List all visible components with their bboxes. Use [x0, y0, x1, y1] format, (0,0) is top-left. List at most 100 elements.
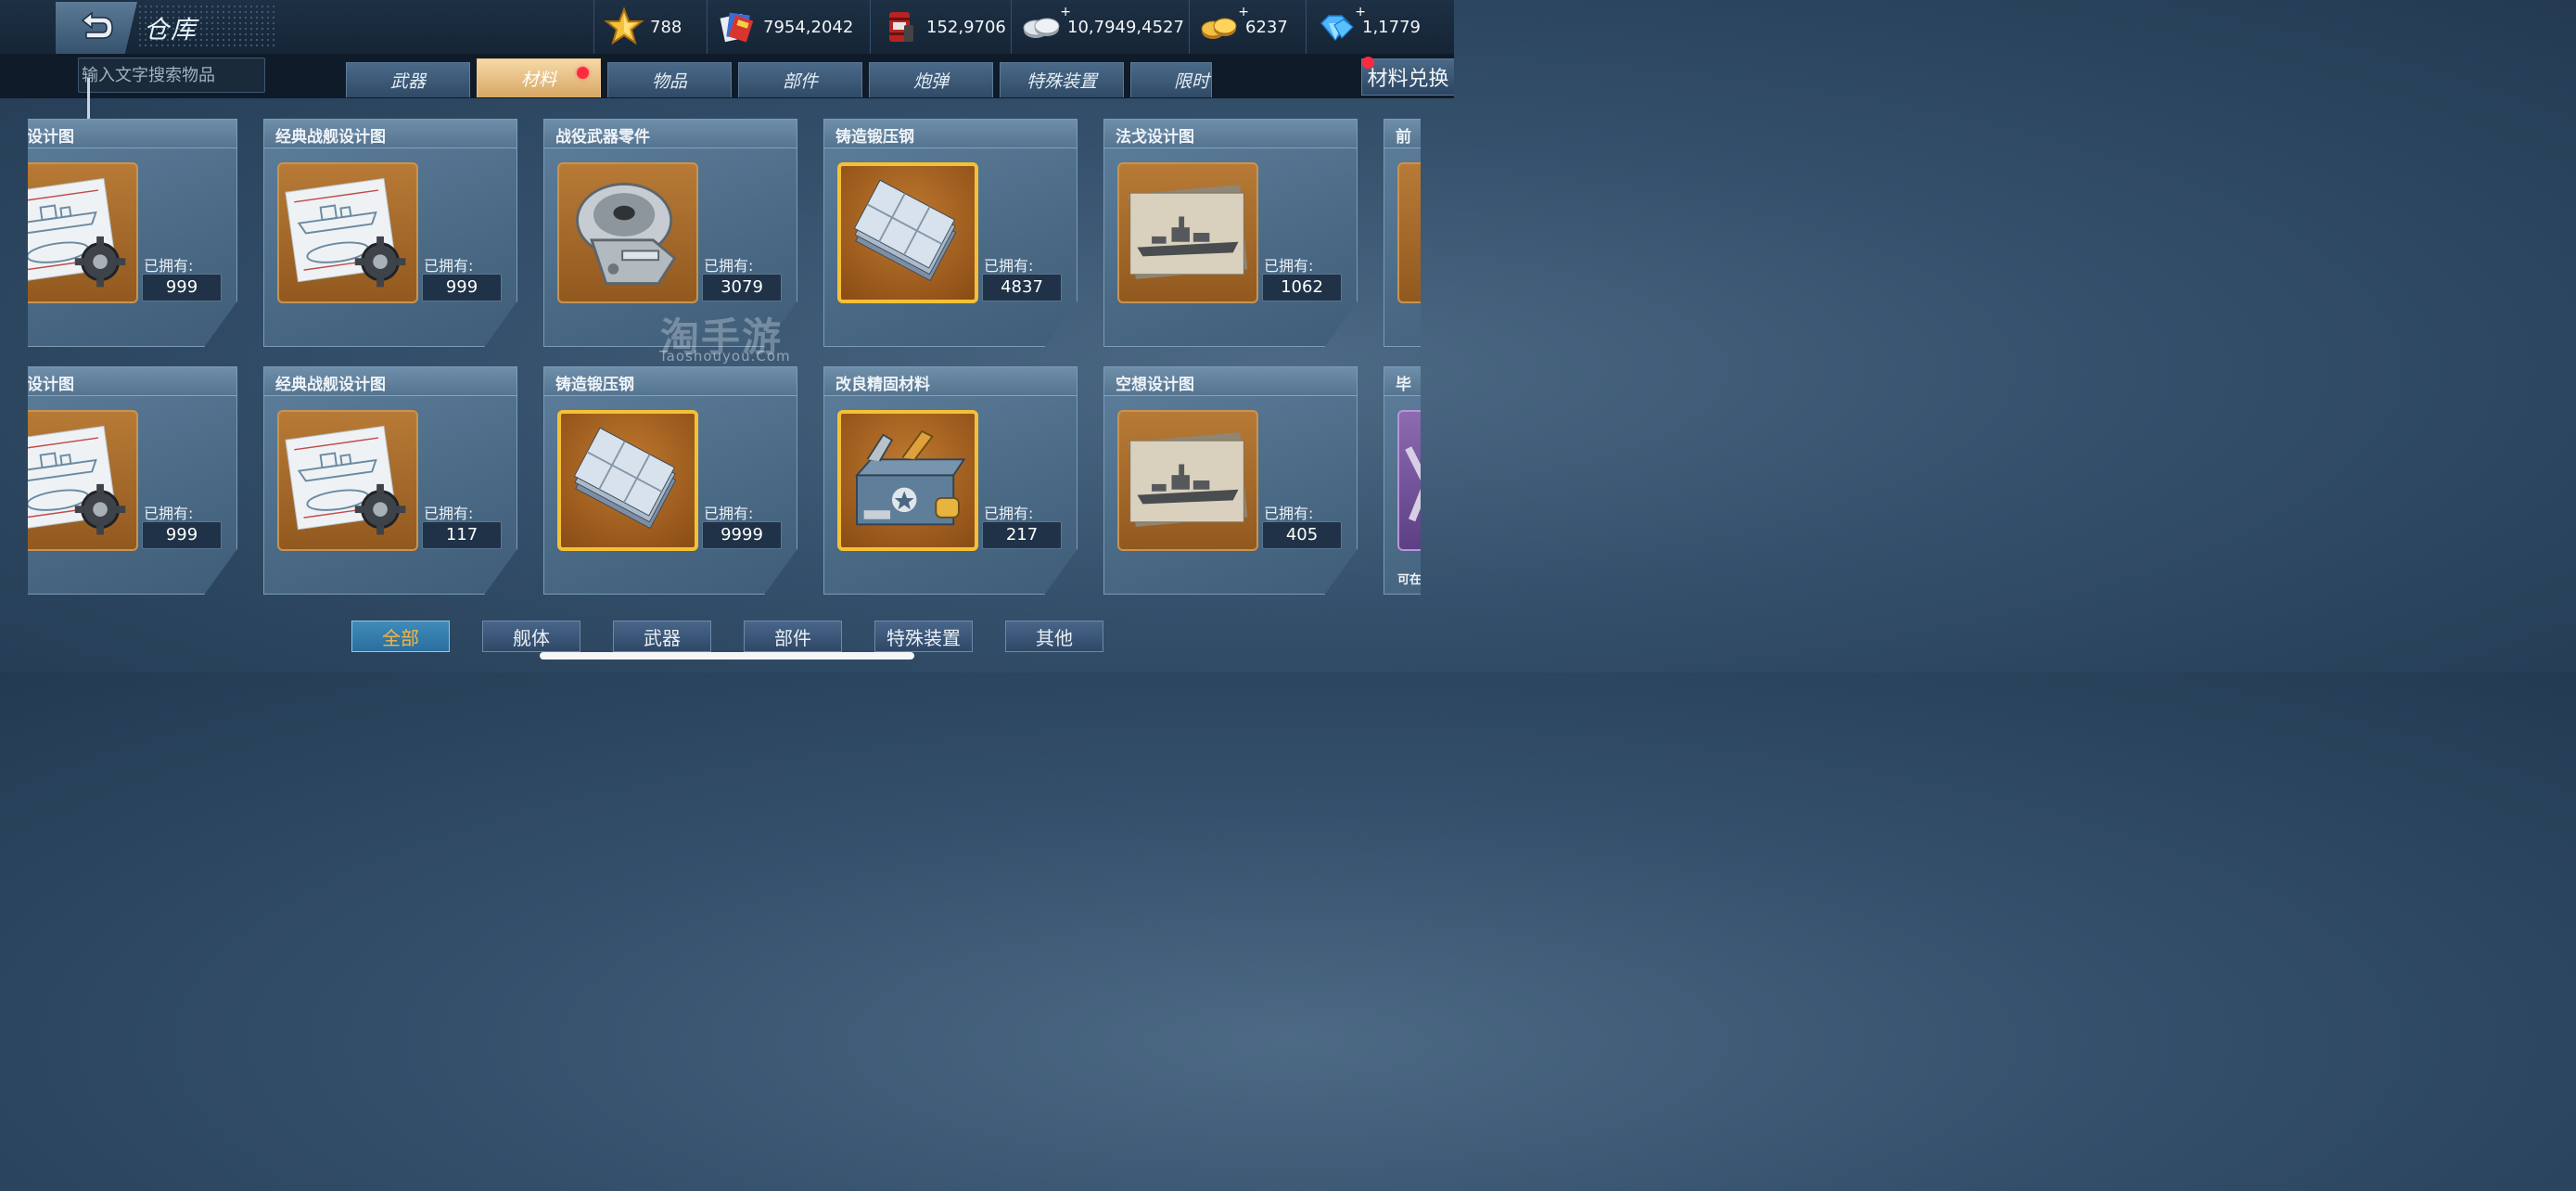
filter-button-1[interactable]: 舰体 — [482, 621, 580, 652]
watermark-url: Taoshouyou.Com — [659, 348, 791, 365]
owned-label: 已拥有: — [424, 257, 474, 275]
owned-label: 已拥有: — [144, 505, 194, 522]
home-indicator[interactable] — [540, 652, 914, 660]
text-cursor — [87, 78, 90, 119]
owned-count: 9999 — [702, 521, 782, 549]
currency-plus[interactable]: + — [1060, 5, 1071, 19]
card-header: 空想设计图 — [1104, 367, 1357, 396]
item-name: 铸造锻压钢 — [835, 128, 914, 147]
filter-button-3[interactable]: 部件 — [744, 621, 842, 652]
item-card[interactable]: 铸造锻压钢 已拥有: 4837 — [823, 119, 1078, 347]
item-image-metal-part[interactable] — [557, 162, 698, 303]
item-note: 可在 — [1397, 573, 1421, 587]
tab-0[interactable]: 武器 — [346, 62, 470, 97]
owned-label: 已拥有: — [144, 257, 194, 275]
filter-button-4[interactable]: 特殊装置 — [874, 621, 973, 652]
flag-pack-icon — [717, 6, 758, 47]
item-card[interactable]: 改良精固材料 已拥有: 217 — [823, 366, 1078, 595]
owned-count: 117 — [422, 521, 502, 549]
item-image-blueprint-gear[interactable] — [28, 162, 138, 303]
page-title: 仓库 — [144, 16, 198, 45]
card-header: 前 — [1384, 120, 1421, 148]
currency-value: 10,7949,4527 — [1067, 17, 1184, 37]
item-name: 前 — [1396, 128, 1411, 147]
item-name: 空想设计图 — [1116, 376, 1194, 394]
currency-value: 1,1779 — [1362, 17, 1421, 37]
currency-silver[interactable]: +10,7949,4527 — [1011, 0, 1197, 54]
search-input[interactable]: 输入文字搜索物品 — [78, 58, 265, 93]
item-card[interactable]: 战舰设计图已拥有:999 — [28, 366, 237, 595]
tab-3[interactable]: 部件 — [738, 62, 862, 97]
filter-button-0[interactable]: 全部 — [351, 621, 450, 652]
search-placeholder: 输入文字搜索物品 — [82, 66, 215, 85]
item-image-blueprint-gear[interactable] — [277, 410, 418, 551]
currency-star[interactable]: 788 — [593, 0, 715, 54]
item-image-ship-photo[interactable] — [1117, 162, 1258, 303]
tab-notification-dot — [577, 67, 589, 79]
item-image-blueprint-gear[interactable] — [28, 410, 138, 551]
item-image-partial[interactable] — [1397, 162, 1421, 303]
back-button[interactable] — [56, 2, 137, 54]
item-card[interactable]: 铸造锻压钢 已拥有: 9999 — [543, 366, 797, 595]
item-name: 法戈设计图 — [1116, 128, 1194, 147]
item-card[interactable]: 前 — [1384, 119, 1421, 347]
filter-button-2[interactable]: 武器 — [613, 621, 711, 652]
owned-label: 已拥有: — [1264, 505, 1314, 522]
item-image-partial-purple[interactable] — [1397, 410, 1421, 551]
item-image-ship-photo[interactable] — [1117, 410, 1258, 551]
item-name: 战役武器零件 — [555, 128, 650, 147]
item-name: 毕 — [1396, 376, 1411, 394]
item-image-toolbox[interactable] — [837, 410, 978, 551]
currency-plus[interactable]: + — [1238, 5, 1249, 19]
item-card[interactable]: 经典战舰设计图 已拥有: 999 — [263, 119, 517, 347]
tab-6[interactable]: 限时 — [1130, 62, 1212, 97]
item-card[interactable]: 法戈设计图 已拥有: 1062 — [1103, 119, 1358, 347]
item-name: 经典战舰设计图 — [275, 128, 386, 147]
owned-count: 3079 — [702, 274, 782, 301]
tab-5[interactable]: 特殊装置 — [1000, 62, 1124, 97]
back-arrow-icon — [81, 11, 113, 39]
item-name: 战舰设计图 — [28, 376, 74, 394]
card-header: 铸造锻压钢 — [544, 367, 797, 396]
card-header: 战舰设计图 — [28, 367, 236, 396]
item-name: 经典战舰设计图 — [275, 376, 386, 394]
item-image-steel-plates[interactable] — [837, 162, 978, 303]
owned-count: 999 — [142, 521, 222, 549]
currency-oil[interactable]: 152,9706 — [870, 0, 1019, 54]
tab-2[interactable]: 物品 — [607, 62, 732, 97]
tab-label: 武器 — [389, 71, 426, 92]
filter-button-5[interactable]: 其他 — [1005, 621, 1103, 652]
item-card[interactable]: 空想设计图已拥有: 405 — [1103, 366, 1358, 595]
currency-diamond[interactable]: +1,1779 — [1306, 0, 1446, 54]
tab-1[interactable]: 材料 — [477, 58, 601, 97]
owned-label: 已拥有: — [424, 505, 474, 522]
currency-gold[interactable]: +6237 — [1189, 0, 1314, 54]
tab-label: 物品 — [651, 71, 687, 92]
owned-count: 405 — [1262, 521, 1342, 549]
gold-coins-icon: + — [1199, 5, 1249, 47]
owned-count: 999 — [142, 274, 222, 301]
currency-plus[interactable]: + — [1355, 5, 1366, 19]
item-image-blueprint-gear[interactable] — [277, 162, 418, 303]
currency-flags[interactable]: 7954,2042 — [707, 0, 878, 54]
card-header: 铸造锻压钢 — [824, 120, 1077, 148]
item-card[interactable]: 毕可在 — [1384, 366, 1421, 595]
item-name: 改良精固材料 — [835, 376, 930, 394]
exchange-notification-dot — [1362, 57, 1374, 69]
owned-count: 4837 — [982, 274, 1062, 301]
material-exchange-button[interactable]: 材料兑换 — [1361, 58, 1454, 96]
item-image-steel-plates[interactable] — [557, 410, 698, 551]
diamond-icon: + — [1316, 5, 1366, 47]
tab-label: 部件 — [782, 71, 818, 92]
owned-count: 1062 — [1262, 274, 1342, 301]
oil-barrel-icon — [880, 6, 921, 47]
tab-4[interactable]: 炮弹 — [869, 62, 993, 97]
item-name: 战舰设计图 — [28, 128, 74, 147]
currency-value: 7954,2042 — [763, 17, 854, 37]
card-header: 战舰设计图 — [28, 120, 236, 148]
item-card[interactable]: 经典战舰设计图已拥有: 117 — [263, 366, 517, 595]
tab-label: 炮弹 — [912, 71, 949, 92]
card-header: 毕 — [1384, 367, 1421, 396]
card-header: 战役武器零件 — [544, 120, 797, 148]
item-card[interactable]: 战舰设计图已拥有:999 — [28, 119, 237, 347]
